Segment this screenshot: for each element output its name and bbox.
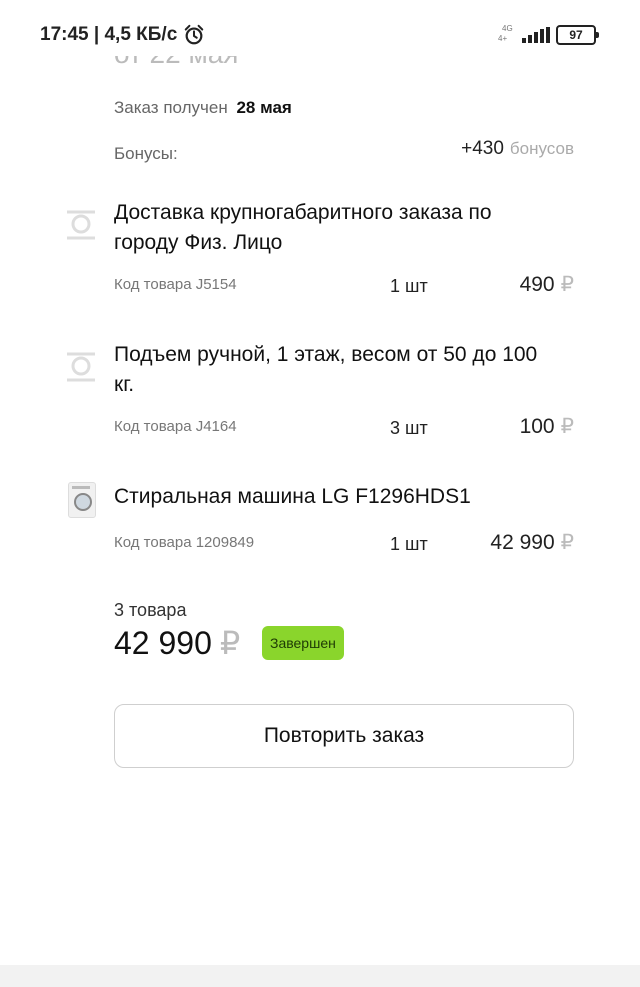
item-code: Код товара 1209849 (114, 534, 255, 551)
item-qty: 1 шт (390, 276, 428, 296)
order-received-row: Заказ получен 28 мая (114, 98, 292, 118)
items-count: 3 товара (114, 600, 187, 620)
item-code: Код товара J4164 (114, 418, 237, 435)
battery-icon: 97 (556, 25, 599, 45)
washing-machine-thumbnail (68, 482, 96, 518)
item-code: Код товара J5154 (114, 276, 237, 293)
order-total: 42 990 (114, 625, 212, 661)
status-time: 17:45 | 4,5 КБ/с (40, 24, 205, 46)
order-item[interactable]: Подъем ручной, 1 этаж, весом от 50 до 10… (0, 340, 640, 450)
status-time-text: 17:45 | 4,5 КБ/с (40, 24, 178, 45)
network-type: 4G 4+ (498, 24, 513, 43)
item-name: Доставка крупногабаритного заказа по гор… (114, 201, 492, 254)
item-name: Стиральная машина LG F1296HDS1 (114, 485, 471, 508)
status-badge: Завершен (262, 626, 344, 660)
order-total-row: 42 990 ₽ (114, 624, 240, 662)
item-price-row: 490 ₽ (520, 272, 574, 297)
battery-level: 97 (569, 28, 583, 42)
service-placeholder-icon (67, 210, 95, 240)
bonus-value-row: +430 бонусов (461, 138, 574, 160)
currency-sign: ₽ (219, 625, 241, 661)
item-price-row: 42 990 ₽ (490, 530, 574, 555)
currency-sign: ₽ (560, 415, 574, 438)
currency-sign: ₽ (560, 531, 574, 554)
item-qty: 1 шт (390, 534, 428, 554)
item-price-row: 100 ₽ (520, 414, 574, 439)
bonus-label: Бонусы: (114, 144, 178, 163)
item-qty: 3 шт (390, 418, 428, 438)
status-right: 4G 4+ 97 (498, 24, 599, 46)
signal-icon (522, 27, 550, 43)
service-placeholder-icon (67, 352, 95, 382)
status-bar: 17:45 | 4,5 КБ/с 4G 4+ 97 (0, 0, 640, 56)
order-item[interactable]: Доставка крупногабаритного заказа по гор… (0, 198, 640, 308)
order-received-label: Заказ получен (114, 98, 228, 117)
item-name: Подъем ручной, 1 этаж, весом от 50 до 10… (114, 343, 538, 396)
item-price: 100 (519, 415, 555, 438)
order-item[interactable]: Стиральная машина LG F1296HDS1 Код товар… (0, 482, 640, 562)
repeat-order-button[interactable]: Повторить заказ (114, 704, 574, 768)
item-price: 490 (519, 273, 555, 296)
bonus-unit: бонусов (509, 139, 574, 158)
bonus-value: +430 (461, 138, 504, 159)
currency-sign: ₽ (560, 273, 574, 296)
alarm-icon (185, 24, 204, 45)
bottom-nav-edge (0, 965, 640, 987)
item-price: 42 990 (490, 531, 555, 554)
order-received-date: 28 мая (236, 98, 292, 117)
